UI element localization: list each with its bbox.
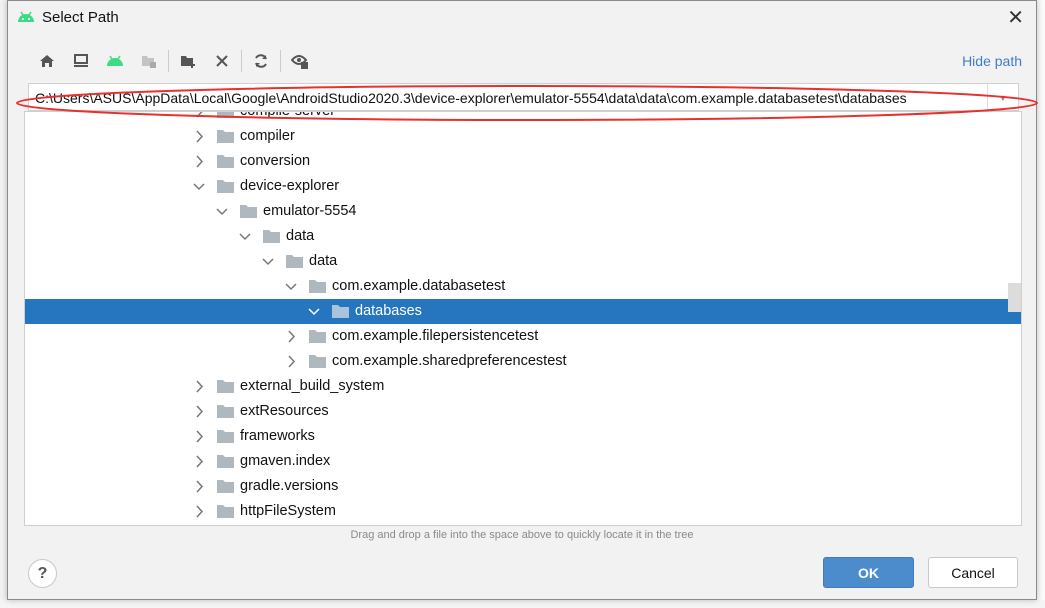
chevron-down-icon[interactable] <box>215 199 229 224</box>
new-folder-icon[interactable] <box>171 49 205 73</box>
file-tree[interactable]: httpFileSystem gradle.versions gmaven.inde… <box>24 111 1022 526</box>
chevron-right-icon[interactable] <box>192 474 206 499</box>
tree-row-label: emulator-5554 <box>263 203 357 219</box>
background-window-bottom <box>0 600 1045 608</box>
chevron-right-icon[interactable] <box>192 374 206 399</box>
desktop-icon[interactable] <box>64 49 98 73</box>
tree-row[interactable]: httpFileSystem <box>25 499 1021 524</box>
folder-icon <box>286 255 303 268</box>
chevron-right-icon[interactable] <box>284 324 298 349</box>
folder-icon <box>217 505 234 518</box>
drag-drop-hint: Drag and drop a file into the space abov… <box>350 529 694 541</box>
tree-row[interactable]: device-explorer <box>25 174 1021 199</box>
tree-row-label: device-explorer <box>240 178 340 194</box>
path-field[interactable]: C:\Users\ASUS\AppData\Local\Google\Andro… <box>28 83 1019 111</box>
close-icon[interactable]: ✕ <box>1007 5 1024 30</box>
tree-row[interactable]: compile-server <box>25 111 1021 124</box>
tree-row[interactable]: com.example.filepersistencetest <box>25 324 1021 349</box>
folder-icon <box>263 230 280 243</box>
toolbar <box>30 49 317 73</box>
folder-icon <box>217 455 234 468</box>
tree-row[interactable]: compiler <box>25 124 1021 149</box>
chevron-right-icon[interactable] <box>192 399 206 424</box>
delete-icon[interactable] <box>205 49 239 73</box>
android-icon <box>18 11 34 22</box>
cancel-button[interactable]: Cancel <box>928 557 1018 588</box>
folder-icon <box>217 112 234 118</box>
path-input[interactable]: C:\Users\ASUS\AppData\Local\Google\Andro… <box>35 90 907 106</box>
tree-row[interactable]: data <box>25 249 1021 274</box>
tree-row[interactable]: data <box>25 224 1021 249</box>
chevron-down-icon[interactable] <box>284 274 298 299</box>
chevron-right-icon[interactable] <box>192 111 206 124</box>
folder-icon <box>217 130 234 143</box>
background-window <box>1037 0 1045 608</box>
tree-row[interactable]: com.example.databasetest <box>25 274 1021 299</box>
tree-row-label: gradle.versions <box>240 478 339 494</box>
tree-row[interactable]: conversion <box>25 149 1021 174</box>
toolbar-separator <box>241 50 242 72</box>
folder-icon <box>240 205 257 218</box>
tree-row[interactable]: gmaven.index <box>25 449 1021 474</box>
chevron-right-icon[interactable] <box>192 124 206 149</box>
chevron-right-icon[interactable] <box>192 149 206 174</box>
tree-row[interactable]: emulator-5554 <box>25 199 1021 224</box>
tree-row-label: extResources <box>240 403 329 419</box>
tree-row-label: gmaven.index <box>240 453 331 469</box>
toolbar-separator <box>168 50 169 72</box>
tree-row-label: compiler <box>240 128 295 144</box>
chevron-down-icon[interactable] <box>192 174 206 199</box>
module-folder-icon[interactable] <box>132 49 166 73</box>
folder-icon <box>309 280 326 293</box>
chevron-right-icon[interactable] <box>192 499 206 524</box>
tree-row-label: frameworks <box>240 428 315 444</box>
home-icon[interactable] <box>30 49 64 73</box>
tree-row-label: compile-server <box>240 111 336 119</box>
tree-row-label: com.example.filepersistencetest <box>332 328 539 344</box>
tree-row-label: databases <box>355 303 422 319</box>
tree-row[interactable]: extResources <box>25 399 1021 424</box>
tree-row-label: com.example.databasetest <box>332 278 506 294</box>
tree-row[interactable]: databases <box>25 299 1021 324</box>
tree-row-label: httpFileSystem <box>240 503 336 519</box>
select-path-dialog: Select Path ✕ Hide path C:\Users\ASUS\Ap… <box>7 0 1037 600</box>
dialog-title: Select Path <box>42 9 119 26</box>
help-button[interactable]: ? <box>28 559 57 588</box>
tree-row-label: external_build_system <box>240 378 385 394</box>
folder-icon <box>217 155 234 168</box>
chevron-right-icon[interactable] <box>284 349 298 374</box>
tree-row[interactable]: gradle.versions <box>25 474 1021 499</box>
tree-row-label: com.example.sharedpreferencestest <box>332 353 567 369</box>
folder-icon <box>217 430 234 443</box>
folder-icon <box>309 330 326 343</box>
chevron-down-icon[interactable] <box>307 299 321 324</box>
folder-icon <box>309 355 326 368</box>
folder-icon <box>217 480 234 493</box>
chevron-right-icon[interactable] <box>192 424 206 449</box>
tree-row-label: data <box>286 228 315 244</box>
folder-icon <box>217 380 234 393</box>
chevron-down-icon[interactable] <box>261 249 275 274</box>
tree-row-label: conversion <box>240 153 311 169</box>
folder-icon <box>332 305 349 318</box>
chevron-right-icon[interactable] <box>192 449 206 474</box>
folder-icon <box>217 405 234 418</box>
tree-row[interactable]: com.example.sharedpreferencestest <box>25 349 1021 374</box>
chevron-down-icon[interactable]: ▼ <box>987 84 1018 110</box>
tree-row-label: data <box>309 253 338 269</box>
hide-path-link[interactable]: Hide path <box>962 53 1022 69</box>
chevron-down-icon[interactable] <box>238 224 252 249</box>
tree-row[interactable]: external_build_system <box>25 374 1021 399</box>
ok-button[interactable]: OK <box>823 557 914 588</box>
show-hidden-icon[interactable] <box>283 49 317 73</box>
scrollbar[interactable] <box>1008 283 1021 312</box>
title-bar: Select Path ✕ <box>8 1 1036 35</box>
toolbar-separator <box>280 50 281 72</box>
folder-icon <box>217 180 234 193</box>
refresh-icon[interactable] <box>244 49 278 73</box>
android-icon[interactable] <box>98 49 132 73</box>
tree-row[interactable]: frameworks <box>25 424 1021 449</box>
